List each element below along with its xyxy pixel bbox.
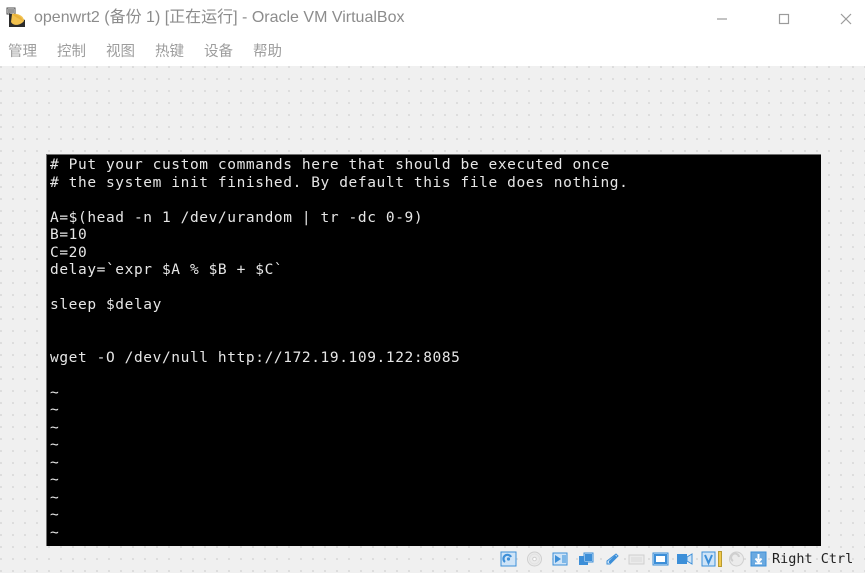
terminal-line: # Put your custom commands here that sho… bbox=[50, 157, 610, 173]
terminal-line: ~ bbox=[50, 454, 60, 471]
shared-folder-icon[interactable] bbox=[628, 551, 645, 567]
host-key-icon[interactable] bbox=[750, 551, 767, 567]
host-key-label: Right Ctrl bbox=[772, 551, 854, 567]
terminal-line: ~ bbox=[50, 384, 60, 401]
terminal-screen[interactable]: # Put your custom commands here that sho… bbox=[46, 154, 821, 573]
menu-item-0[interactable]: 管理 bbox=[8, 41, 37, 63]
terminal-line: # the system init finished. By default t… bbox=[50, 174, 629, 191]
title-bar: openwrt2 (备份 1) [正在运行] - Oracle VM Virtu… bbox=[0, 0, 865, 38]
terminal-line: ~ bbox=[50, 437, 60, 453]
keyboard-caret-indicator bbox=[718, 551, 722, 567]
terminal-text: # Put your custom commands here that sho… bbox=[50, 157, 820, 573]
terminal-line: B=10 bbox=[50, 227, 88, 243]
terminal-line: wget -O /dev/null http://172.19.109.122:… bbox=[50, 349, 461, 366]
terminal-line: ~ bbox=[50, 472, 60, 488]
menu-item-3[interactable]: 热键 bbox=[155, 41, 184, 63]
terminal-line: A=$(head -n 1 /dev/urandom | tr -dc 0-9) bbox=[50, 209, 424, 226]
terminal-line: sleep $delay bbox=[50, 297, 162, 313]
window-title: openwrt2 (备份 1) [正在运行] - Oracle VM Virtu… bbox=[34, 9, 405, 26]
terminal-line: ~ bbox=[50, 524, 60, 541]
terminal-line: C=20 bbox=[50, 244, 88, 261]
floppy-disk-icon[interactable] bbox=[552, 551, 569, 567]
menu-item-2[interactable]: 视图 bbox=[106, 41, 135, 63]
hard-disk-icon[interactable] bbox=[500, 551, 517, 567]
usb-icon[interactable] bbox=[604, 551, 621, 567]
terminal-line: ~ bbox=[50, 507, 60, 523]
network-icon[interactable] bbox=[578, 551, 595, 567]
menu-item-1[interactable]: 控制 bbox=[57, 41, 86, 63]
virtualbox-vm-window: openwrt2 (备份 1) [正在运行] - Oracle VM Virtu… bbox=[0, 0, 865, 573]
close-button[interactable] bbox=[823, 0, 865, 38]
optical-disk-icon[interactable] bbox=[526, 551, 543, 567]
minimize-button[interactable] bbox=[699, 0, 745, 38]
vm-viewport-area: # Put your custom commands here that sho… bbox=[0, 66, 865, 573]
mouse-integration-icon[interactable] bbox=[700, 551, 717, 567]
terminal-line: ~ bbox=[50, 402, 60, 418]
maximize-button[interactable] bbox=[761, 0, 807, 38]
display-icon[interactable] bbox=[652, 551, 669, 567]
vm-status-bar: Right Ctrl bbox=[0, 546, 865, 573]
host-activity-icon[interactable] bbox=[728, 551, 745, 567]
menu-bar: 管理 控制 视图 热键 设备 帮助 bbox=[0, 38, 865, 66]
menu-item-4[interactable]: 设备 bbox=[204, 41, 233, 63]
terminal-line: delay=`expr $A % $B + $C` bbox=[50, 262, 284, 278]
menu-item-5[interactable]: 帮助 bbox=[253, 41, 282, 63]
terminal-line: ~ bbox=[50, 489, 60, 506]
terminal-line: ~ bbox=[50, 419, 60, 436]
virtualbox-vm-icon bbox=[6, 7, 28, 29]
video-capture-icon[interactable] bbox=[676, 551, 693, 567]
